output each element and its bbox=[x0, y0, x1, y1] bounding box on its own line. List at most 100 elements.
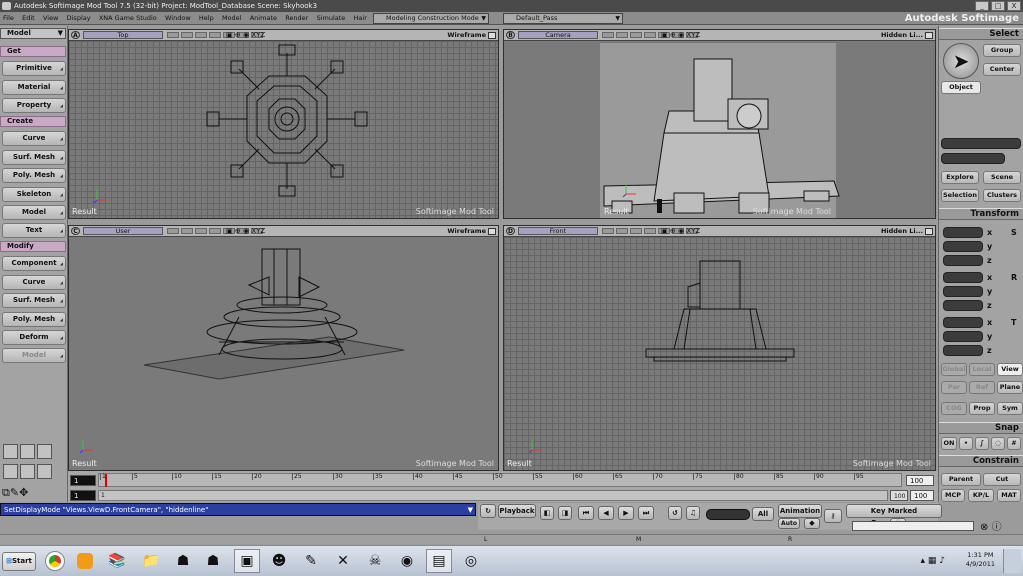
global-button[interactable]: Global bbox=[941, 363, 967, 376]
ref-button[interactable]: Ref bbox=[969, 381, 995, 394]
translate-x-field[interactable] bbox=[943, 317, 983, 328]
modify-poly-mesh-button[interactable]: Poly. Mesh bbox=[2, 312, 66, 327]
snapshot-icon[interactable]: ⧉ bbox=[2, 486, 10, 499]
pin-icon[interactable]: ⊕ bbox=[235, 31, 241, 39]
viewport-icons[interactable]: ▣ ⊕ ◉ XYZ bbox=[226, 226, 265, 237]
play-icon[interactable]: ▶ bbox=[618, 506, 634, 520]
rewind-icon[interactable]: ⏮ bbox=[578, 506, 594, 520]
camera-selector[interactable]: Front bbox=[518, 227, 598, 235]
app-icon-red[interactable]: ◉ bbox=[394, 549, 420, 573]
layout-single-icon[interactable] bbox=[37, 444, 52, 459]
text-button[interactable]: Text bbox=[2, 223, 66, 238]
deform-button[interactable]: Deform bbox=[2, 330, 66, 345]
volume-icon[interactable]: ♪ bbox=[939, 556, 945, 566]
mode-selector[interactable]: Model ▼ bbox=[0, 28, 66, 39]
display-mode[interactable]: Hidden Li... bbox=[881, 226, 923, 237]
viewport-canvas[interactable]: Result Softimage Mod Tool bbox=[69, 237, 498, 470]
display-mode[interactable]: Wireframe bbox=[447, 226, 486, 237]
media-player-icon[interactable] bbox=[72, 549, 98, 573]
viewport-icons[interactable]: ▣ ⊕ ◉ XYZ bbox=[661, 226, 700, 237]
primitive-button[interactable]: Primitive bbox=[2, 61, 66, 76]
info-icon[interactable]: ⓘ bbox=[992, 522, 1002, 533]
scale-key[interactable]: S bbox=[1011, 227, 1017, 238]
constrain-header[interactable]: Constrain bbox=[939, 455, 1023, 467]
parent-button[interactable]: Parent bbox=[941, 473, 981, 486]
explore-button[interactable]: Explore bbox=[941, 171, 979, 184]
mcp-button[interactable]: MCP bbox=[941, 489, 965, 502]
viewport-letter[interactable]: A bbox=[71, 31, 80, 39]
scene-button[interactable]: Scene bbox=[983, 171, 1021, 184]
modify-curve-button[interactable]: Curve bbox=[2, 275, 66, 290]
par-button[interactable]: Par bbox=[941, 381, 967, 394]
eye-icon[interactable]: ◉ bbox=[678, 227, 684, 235]
camera-icon[interactable]: ▣ bbox=[661, 227, 668, 235]
maximize-icon[interactable] bbox=[488, 228, 496, 235]
display-mode[interactable]: Hidden Li... bbox=[881, 30, 923, 41]
all-button[interactable]: All bbox=[752, 507, 774, 521]
menu-window[interactable]: Window bbox=[162, 12, 194, 25]
timeline-end-field[interactable]: 100 bbox=[906, 475, 934, 486]
camera-selector[interactable]: User bbox=[83, 227, 163, 235]
modify-surf-mesh-button[interactable]: Surf. Mesh bbox=[2, 293, 66, 308]
gimp-icon[interactable]: ✎ bbox=[298, 549, 324, 573]
object-button[interactable]: Object bbox=[941, 81, 981, 94]
start-button[interactable]: ⊞Start bbox=[2, 552, 36, 571]
menu-file[interactable]: File bbox=[0, 12, 17, 25]
snap-on-button[interactable]: ON bbox=[941, 437, 957, 450]
books-icon[interactable]: 📚 bbox=[104, 549, 130, 573]
trooper-icon[interactable]: ☠ bbox=[362, 549, 388, 573]
maximize-icon[interactable] bbox=[925, 32, 933, 39]
xyz-label[interactable]: XYZ bbox=[686, 31, 700, 39]
camera-icon[interactable]: ▣ bbox=[226, 227, 233, 235]
playback-button[interactable]: Playback bbox=[498, 504, 536, 518]
menu-xna[interactable]: XNA Game Studio bbox=[96, 12, 160, 25]
minimize-button[interactable]: _ bbox=[975, 1, 989, 11]
eye-icon[interactable]: ◉ bbox=[243, 227, 249, 235]
section-modify[interactable]: Modify bbox=[0, 241, 66, 252]
range-slider[interactable]: 1 bbox=[98, 490, 888, 501]
show-desktop-button[interactable] bbox=[1003, 549, 1021, 573]
menu-animate[interactable]: Animate bbox=[247, 12, 280, 25]
section-get[interactable]: Get bbox=[0, 46, 66, 57]
viewport-letter[interactable]: D bbox=[506, 227, 515, 235]
scale-z-field[interactable] bbox=[943, 255, 983, 266]
close-button[interactable]: X bbox=[1007, 1, 1021, 11]
modify-model-button[interactable]: Model bbox=[2, 348, 66, 363]
maximize-icon[interactable] bbox=[925, 228, 933, 235]
viewport-canvas[interactable]: Result Softimage Mod Tool bbox=[69, 41, 498, 218]
snap-header[interactable]: Snap bbox=[939, 422, 1023, 434]
snap-point-icon[interactable]: • bbox=[959, 437, 973, 450]
create-poly-mesh-button[interactable]: Poly. Mesh bbox=[2, 168, 66, 183]
pin-icon[interactable]: ⊕ bbox=[670, 31, 676, 39]
viewport-letter[interactable]: C bbox=[71, 227, 80, 235]
select-header[interactable]: Select bbox=[939, 28, 1023, 40]
frame-end-field[interactable]: 100 bbox=[910, 490, 934, 501]
viewport-c-user[interactable]: C User ▣ ⊕ ◉ XYZ Wireframe Result Softim… bbox=[68, 225, 499, 471]
property-button[interactable]: Property bbox=[2, 98, 66, 113]
pin-icon[interactable]: ⊕ bbox=[235, 227, 241, 235]
skeleton-button[interactable]: Skeleton bbox=[2, 187, 66, 202]
range-end-field[interactable]: 100 bbox=[890, 490, 908, 501]
pass-dropdown[interactable]: Default_Pass ▼ bbox=[503, 13, 623, 24]
rotate-z-field[interactable] bbox=[943, 300, 983, 311]
xsi-icon[interactable]: ✕ bbox=[330, 549, 356, 573]
layout-vertical-icon[interactable] bbox=[20, 464, 35, 479]
scale-y-field[interactable] bbox=[943, 241, 983, 252]
construction-mode-dropdown[interactable]: Modeling Construction Mode ▼ bbox=[373, 13, 489, 24]
cog-button[interactable]: COG bbox=[941, 402, 967, 415]
game-icon-2[interactable]: ☗ bbox=[200, 549, 226, 573]
key-icon[interactable]: ⚷ bbox=[824, 509, 842, 523]
camera-icon[interactable]: ▣ bbox=[661, 31, 668, 39]
translate-z-field[interactable] bbox=[943, 345, 983, 356]
audio-icon[interactable]: ♫ bbox=[686, 506, 700, 520]
character-icon[interactable]: ☻ bbox=[266, 549, 292, 573]
translate-y-field[interactable] bbox=[943, 331, 983, 342]
game-icon-1[interactable]: ☗ bbox=[170, 549, 196, 573]
command-line[interactable]: SetDisplayMode "Views.ViewD.FrontCamera"… bbox=[0, 503, 476, 516]
create-model-button[interactable]: Model bbox=[2, 205, 66, 220]
softimage-taskbar-icon[interactable]: ▣ bbox=[234, 549, 260, 573]
layout-horizontal-icon[interactable] bbox=[3, 464, 18, 479]
snap-grid-icon[interactable]: # bbox=[1007, 437, 1021, 450]
pencil-icon[interactable]: ✎ bbox=[10, 486, 19, 499]
scale-x-field[interactable] bbox=[943, 227, 983, 238]
